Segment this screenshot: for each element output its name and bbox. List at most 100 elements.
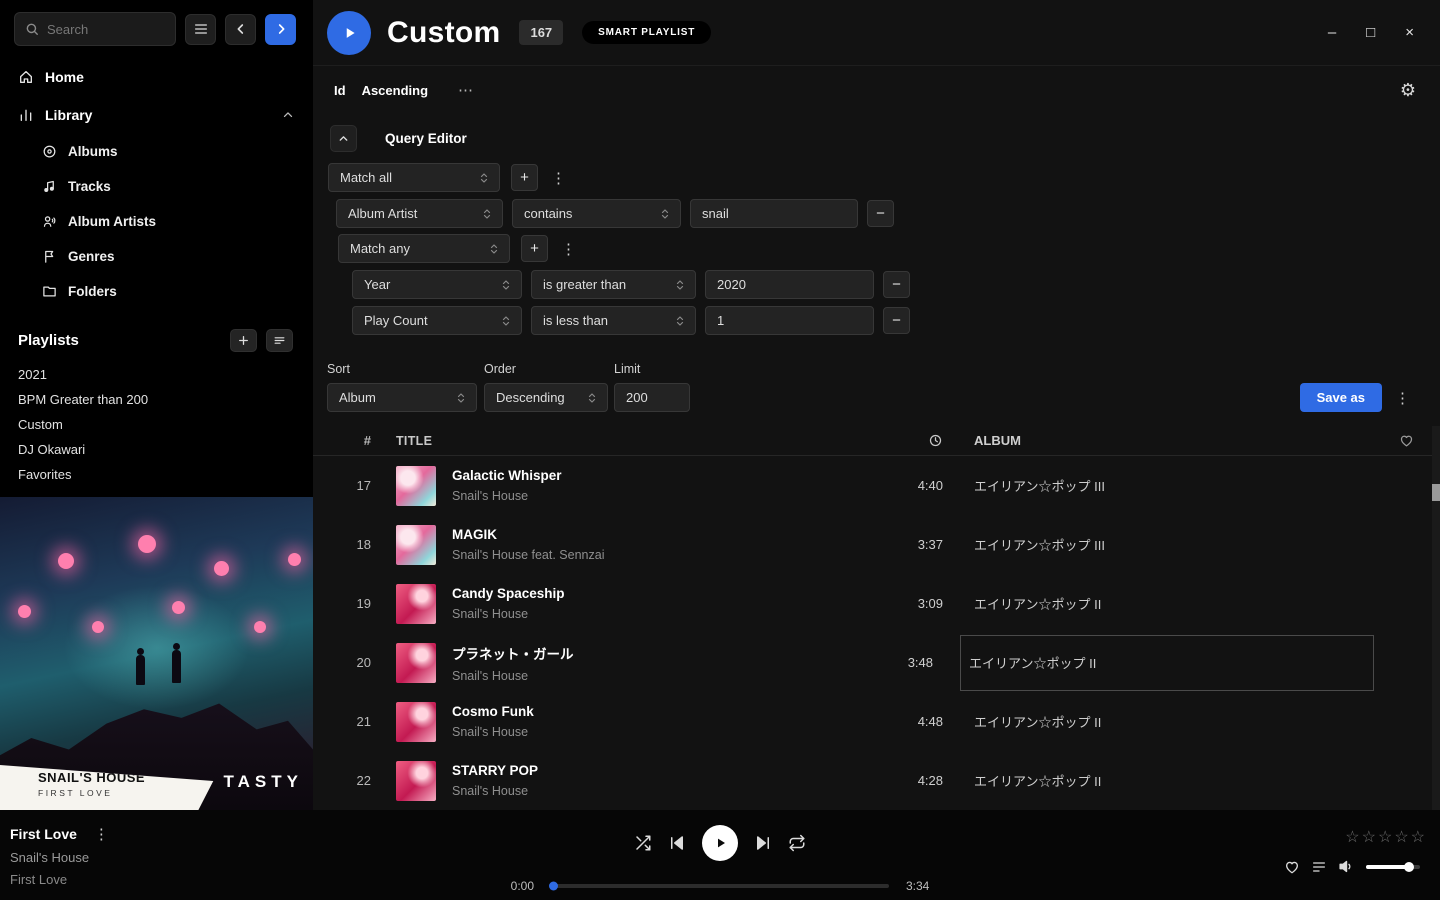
- duration-column-clock-icon[interactable]: [873, 433, 943, 448]
- nav-forward-button[interactable]: [265, 14, 296, 45]
- track-artist: Snail's House: [452, 607, 873, 621]
- now-playing-artist[interactable]: Snail's House: [10, 850, 109, 865]
- track-album[interactable]: エイリアン☆ポップ II: [974, 712, 1374, 731]
- search-box[interactable]: [14, 12, 176, 46]
- match-type-select[interactable]: Match all: [328, 163, 500, 192]
- sort-select[interactable]: Album: [327, 383, 477, 412]
- playlist-item[interactable]: DJ Okawari: [0, 437, 313, 462]
- table-row[interactable]: 22 STARRY POP Snail's House 4:28 エイリアン☆ポ…: [313, 751, 1440, 810]
- playlist-item[interactable]: Custom: [0, 412, 313, 437]
- star-icon[interactable]: ☆: [1394, 830, 1408, 846]
- track-album[interactable]: エイリアン☆ポップ III: [974, 535, 1374, 554]
- column-header-index[interactable]: #: [331, 433, 371, 448]
- add-rule-button[interactable]: +: [521, 235, 548, 262]
- gear-icon[interactable]: ⚙: [1400, 81, 1416, 99]
- maximize-button[interactable]: □: [1366, 25, 1375, 40]
- remove-rule-button[interactable]: −: [867, 200, 894, 227]
- play-pause-button[interactable]: [702, 825, 738, 861]
- save-options-icon[interactable]: ⋮: [1391, 389, 1414, 407]
- repeat-button[interactable]: [788, 834, 806, 852]
- table-row[interactable]: 20 プラネット・ガール Snail's House 3:48 エイリアン☆ポッ…: [313, 633, 1440, 692]
- close-button[interactable]: ×: [1405, 25, 1414, 40]
- column-header-album[interactable]: ALBUM: [974, 433, 1374, 448]
- rule-field-select[interactable]: Year: [352, 270, 522, 299]
- sort-field-button[interactable]: Id: [334, 83, 346, 98]
- chevron-up-icon[interactable]: [281, 108, 295, 122]
- favorite-column-heart-icon[interactable]: [1374, 433, 1414, 448]
- volume-slider-knob[interactable]: [1404, 862, 1414, 872]
- star-icon[interactable]: ☆: [1362, 830, 1376, 846]
- manage-playlists-button[interactable]: [266, 329, 293, 352]
- next-track-button[interactable]: [754, 834, 772, 852]
- queue-button[interactable]: [1311, 859, 1327, 875]
- sort-section-labels: Sort Order Limit: [327, 362, 1440, 376]
- rule-operator-select[interactable]: contains: [512, 199, 681, 228]
- table-row[interactable]: 21 Cosmo Funk Snail's House 4:48 エイリアン☆ポ…: [313, 692, 1440, 751]
- table-row[interactable]: 17 Galactic Whisper Snail's House 4:40 エ…: [313, 456, 1440, 515]
- sidebar-item-folders[interactable]: Folders: [42, 274, 313, 309]
- nav-back-button[interactable]: [225, 14, 256, 45]
- sidebar-item-albums[interactable]: Albums: [42, 134, 313, 169]
- limit-input[interactable]: [614, 383, 690, 412]
- playlist-item[interactable]: BPM Greater than 200: [0, 387, 313, 412]
- playlist-item[interactable]: Favorites: [0, 462, 313, 487]
- rule-operator-select[interactable]: is greater than: [531, 270, 696, 299]
- sidebar-item-library[interactable]: Library: [0, 96, 313, 134]
- column-header-title[interactable]: TITLE: [396, 434, 873, 448]
- sidebar-item-genres[interactable]: Genres: [42, 239, 313, 274]
- group-options-icon[interactable]: ⋮: [557, 240, 580, 258]
- star-icon[interactable]: ☆: [1411, 830, 1425, 846]
- sidebar-item-tracks[interactable]: Tracks: [42, 169, 313, 204]
- remove-rule-button[interactable]: −: [883, 271, 910, 298]
- collapse-query-editor-button[interactable]: [330, 125, 357, 152]
- seek-slider-knob[interactable]: [549, 882, 558, 891]
- now-playing-album[interactable]: First Love: [10, 872, 109, 887]
- shuffle-button[interactable]: [634, 834, 652, 852]
- play-playlist-button[interactable]: [327, 11, 371, 55]
- group-options-icon[interactable]: ⋮: [547, 169, 570, 187]
- track-number: 19: [331, 596, 371, 611]
- save-as-button[interactable]: Save as: [1300, 383, 1382, 412]
- table-row[interactable]: 19 Candy Spaceship Snail's House 3:09 エイ…: [313, 574, 1440, 633]
- track-album[interactable]: エイリアン☆ポップ II: [974, 594, 1374, 613]
- scrollbar-thumb[interactable]: [1432, 484, 1440, 501]
- star-icon[interactable]: ☆: [1345, 830, 1359, 846]
- favorite-heart-button[interactable]: [1284, 859, 1300, 875]
- sidebar-item-album-artists[interactable]: Album Artists: [42, 204, 313, 239]
- now-playing-title[interactable]: First Love: [10, 826, 77, 842]
- table-row[interactable]: 18 MAGIK Snail's House feat. Sennzai 3:3…: [313, 515, 1440, 574]
- query-subgroup-row: Match any + ⋮: [338, 234, 1440, 263]
- rule-value-input[interactable]: [690, 199, 858, 228]
- rule-value-input[interactable]: [705, 270, 874, 299]
- track-title-block: Cosmo Funk Snail's House: [452, 704, 873, 739]
- focused-album-cell[interactable]: エイリアン☆ポップ II: [960, 635, 1374, 691]
- library-submenu: Albums Tracks Album Artists Genres: [0, 134, 313, 309]
- previous-track-button[interactable]: [668, 834, 686, 852]
- now-playing-artwork[interactable]: SNAIL'S HOUSE FIRST LOVE TASTY: [0, 497, 313, 810]
- add-rule-button[interactable]: +: [511, 164, 538, 191]
- track-album[interactable]: エイリアン☆ポップ III: [974, 476, 1374, 495]
- star-icon[interactable]: ☆: [1378, 830, 1392, 846]
- rule-value-input[interactable]: [705, 306, 874, 335]
- volume-slider[interactable]: [1366, 865, 1420, 869]
- remove-rule-button[interactable]: −: [883, 307, 910, 334]
- order-select[interactable]: Descending: [484, 383, 608, 412]
- now-playing-options-icon[interactable]: ⋮: [94, 825, 109, 843]
- table-scrollbar[interactable]: [1432, 426, 1440, 810]
- add-playlist-button[interactable]: [230, 329, 257, 352]
- seek-slider[interactable]: [551, 884, 889, 888]
- track-album[interactable]: エイリアン☆ポップ II: [974, 771, 1374, 790]
- more-options-icon[interactable]: ⋯: [458, 81, 474, 99]
- menu-button[interactable]: [185, 14, 216, 45]
- match-type-select[interactable]: Match any: [338, 234, 510, 263]
- volume-icon[interactable]: [1338, 858, 1355, 875]
- sort-order-button[interactable]: Ascending: [362, 83, 428, 98]
- search-input[interactable]: [47, 22, 165, 37]
- rule-field-select[interactable]: Album Artist: [336, 199, 503, 228]
- sidebar-item-home[interactable]: Home: [0, 58, 313, 96]
- minimize-button[interactable]: –: [1328, 25, 1336, 40]
- playlist-item[interactable]: 2021: [0, 362, 313, 387]
- rule-field-select[interactable]: Play Count: [352, 306, 522, 335]
- rule-operator-select[interactable]: is less than: [531, 306, 696, 335]
- home-icon: [18, 69, 34, 85]
